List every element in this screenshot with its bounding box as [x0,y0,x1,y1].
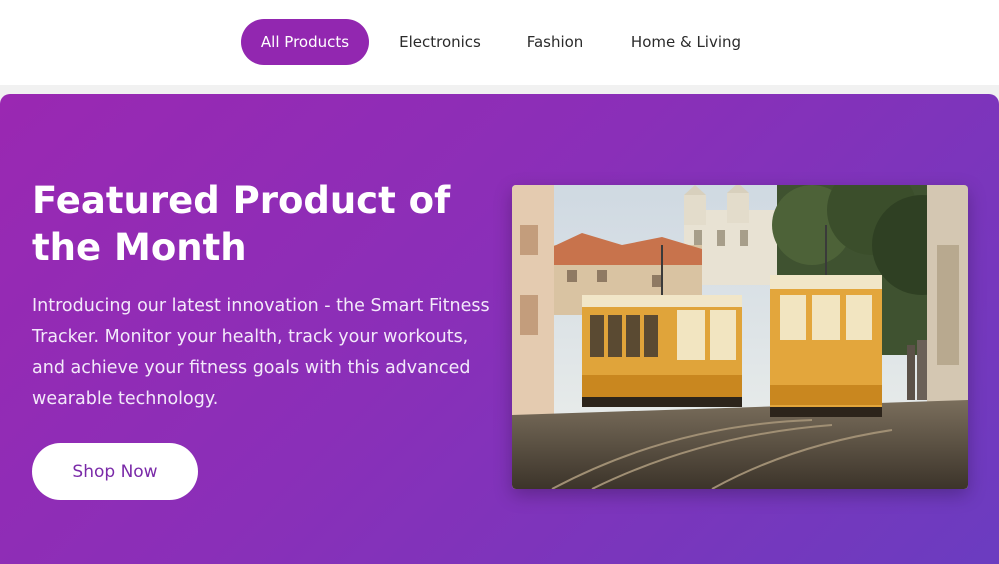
nav-tab-all-products[interactable]: All Products [241,19,369,65]
featured-hero-banner: Featured Product of the Month Introducin… [0,94,999,564]
featured-product-image [512,185,968,489]
top-navigation-bar: All Products Electronics Fashion Home & … [0,0,999,85]
category-nav: All Products Electronics Fashion Home & … [241,19,747,65]
hero-title: Featured Product of the Month [32,179,451,269]
nav-tab-electronics[interactable]: Electronics [387,19,493,65]
shop-now-button[interactable]: Shop Now [32,443,198,500]
nav-tab-fashion[interactable]: Fashion [521,19,589,65]
nav-tab-home-living[interactable]: Home & Living [625,19,747,65]
hero-description: Introducing our latest innovation - the … [32,296,490,409]
